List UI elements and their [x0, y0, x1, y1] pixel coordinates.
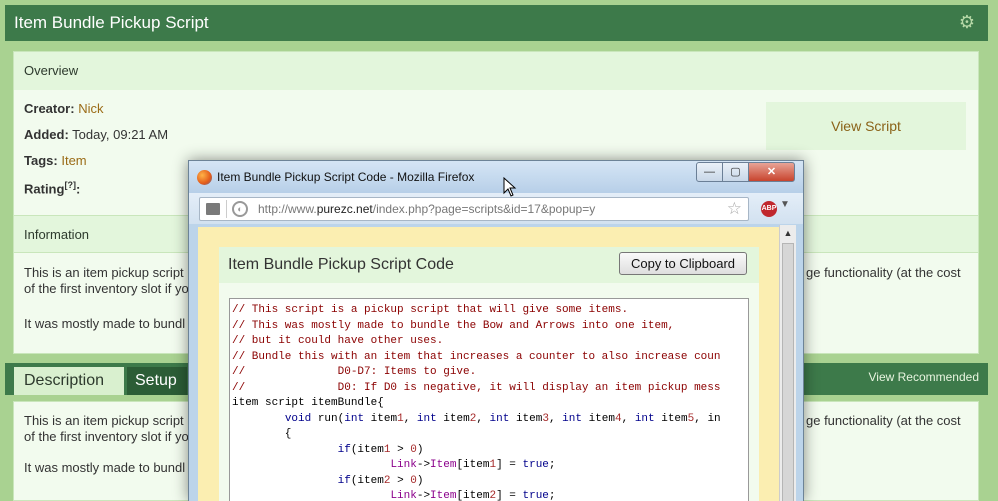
page-icon	[206, 203, 220, 215]
view-script-button[interactable]: View Script	[766, 102, 966, 150]
code-line: {	[232, 428, 292, 440]
scroll-up-arrow[interactable]: ▲	[780, 225, 796, 241]
code-line: Link->Item[item1] = true;	[390, 459, 556, 471]
copy-to-clipboard-button[interactable]: Copy to Clipboard	[619, 252, 747, 275]
info-text-line1: This is an item pickup script	[24, 265, 184, 280]
url-domain: purezc.net	[316, 202, 373, 216]
code-line: if(item1 > 0)	[337, 443, 424, 456]
gear-icon[interactable]: ⚙	[958, 13, 976, 31]
adblock-icon[interactable]: ABP	[761, 201, 777, 217]
rating-row: Rating[?]:	[24, 180, 80, 196]
mouse-cursor-icon	[503, 177, 517, 197]
firefox-popup-window: Item Bundle Pickup Script Code - Mozilla…	[188, 160, 804, 501]
added-label: Added:	[24, 127, 69, 142]
desc-text-line1-right: ge functionality (at the cost	[806, 413, 961, 428]
tags-row: Tags: Item	[24, 153, 87, 168]
page-title: Item Bundle Pickup Script	[14, 13, 209, 32]
rating-help-link[interactable]: [?]	[64, 180, 76, 190]
info-text-line3: It was mostly made to bundl	[24, 316, 186, 331]
info-text-line1-right: ge functionality (at the cost	[806, 265, 961, 280]
code-line: // Bundle this with an item that increas…	[232, 350, 721, 363]
tags-label: Tags:	[24, 153, 58, 168]
code-panel-header: Item Bundle Pickup Script Code Copy to C…	[219, 247, 759, 283]
code-line: // but it could have other uses.	[232, 335, 444, 347]
scrollbar-thumb[interactable]	[782, 243, 794, 501]
tab-description[interactable]: Description	[14, 367, 124, 395]
globe-icon[interactable]: ◐	[232, 201, 248, 217]
code-panel-title: Item Bundle Pickup Script Code	[228, 256, 454, 273]
creator-row: Creator: Nick	[24, 101, 103, 116]
code-textarea[interactable]: // This script is a pickup script that w…	[229, 298, 749, 501]
code-line: void run(int item1, int item2, int item3…	[284, 412, 721, 425]
info-text-line2: of the first inventory slot if yo	[24, 281, 189, 296]
popup-content: Item Bundle Pickup Script Code Copy to C…	[198, 227, 786, 501]
view-recommended-link[interactable]: View Recommended	[868, 363, 979, 391]
desc-text-line2: of the first inventory slot if yo	[24, 429, 189, 444]
desc-text-line1: This is an item pickup script	[24, 413, 184, 428]
close-button[interactable]: ✕	[748, 162, 795, 182]
tag-link[interactable]: Item	[61, 153, 86, 168]
code-line: // This was mostly made to bundle the Bo…	[232, 319, 675, 332]
scrollbar[interactable]: ▲	[779, 225, 796, 501]
overview-heading: Overview	[14, 52, 978, 90]
code-line: // This script is a pickup script that w…	[232, 304, 629, 316]
creator-label: Creator:	[24, 101, 75, 116]
creator-link[interactable]: Nick	[78, 101, 103, 116]
code-line: Link->Item[item2] = true;	[390, 490, 556, 501]
maximize-button[interactable]: ▢	[722, 162, 749, 182]
window-titlebar[interactable]: Item Bundle Pickup Script Code - Mozilla…	[189, 161, 803, 193]
star-icon[interactable]: ☆	[727, 199, 742, 219]
added-row: Added: Today, 09:21 AM	[24, 127, 168, 142]
rating-colon: :	[75, 181, 81, 197]
url-separator	[226, 200, 227, 218]
code-line: // D0: If D0 is negative, it will displa…	[232, 381, 721, 394]
code-panel: Item Bundle Pickup Script Code Copy to C…	[219, 247, 759, 501]
code-line: item script itemBundle{	[232, 397, 384, 409]
minimize-button[interactable]: —	[696, 162, 723, 182]
navigation-bar: ◐ http://www.purezc.net/index.php?page=s…	[189, 193, 803, 224]
page-header: Item Bundle Pickup Script ⚙	[5, 5, 988, 41]
tab-setup[interactable]: Setup	[127, 367, 187, 395]
rating-label: Rating	[24, 181, 65, 197]
url-text[interactable]: http://www.purezc.net/index.php?page=scr…	[258, 202, 595, 216]
url-bar[interactable]: ◐ http://www.purezc.net/index.php?page=s…	[199, 197, 749, 221]
firefox-logo-icon	[197, 170, 212, 185]
added-value: Today, 09:21 AM	[72, 127, 169, 142]
desc-text-line3: It was mostly made to bundl	[24, 460, 186, 475]
chevron-down-icon[interactable]: ▼	[780, 199, 790, 210]
window-title: Item Bundle Pickup Script Code - Mozilla…	[217, 170, 475, 184]
code-line: if(item2 > 0)	[337, 474, 424, 487]
code-line: // D0-D7: Items to give.	[232, 366, 477, 378]
